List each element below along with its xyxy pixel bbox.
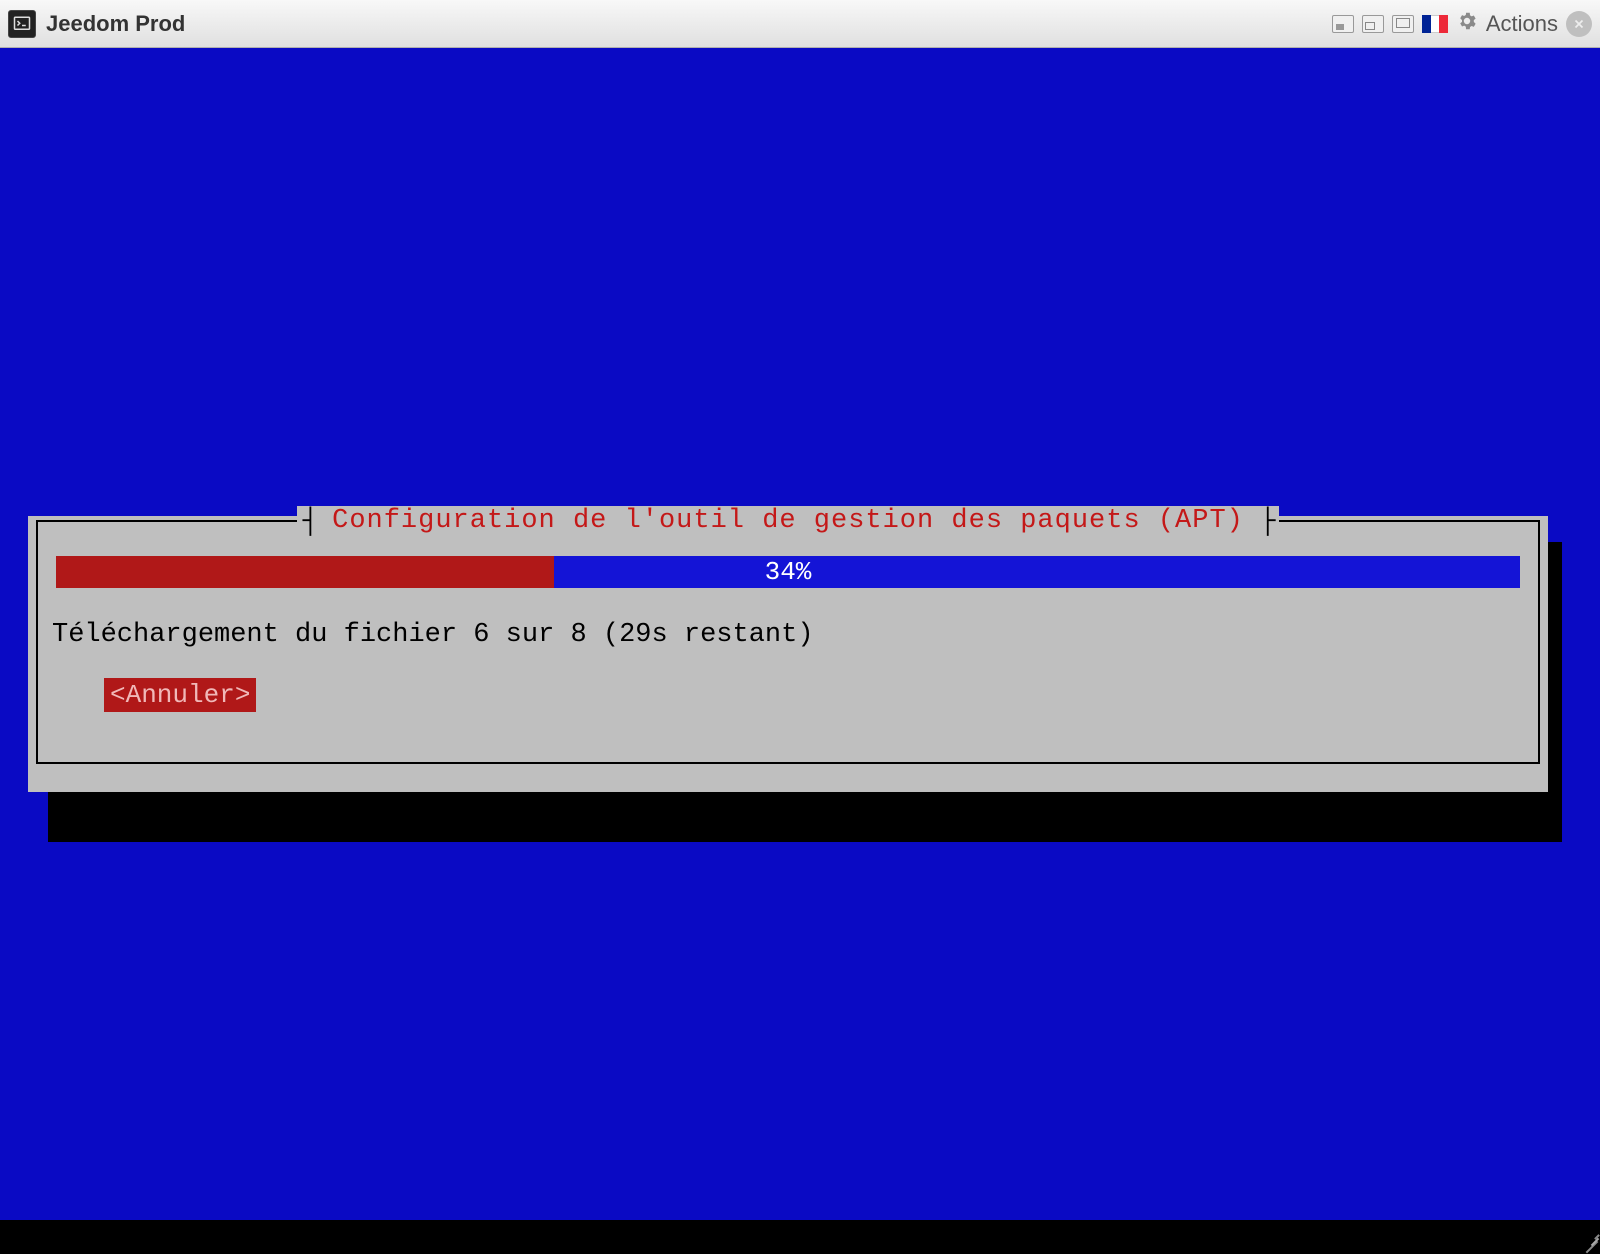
- titlebar-left: Jeedom Prod: [8, 10, 185, 38]
- window-control-small[interactable]: [1332, 15, 1354, 33]
- download-status-text: Téléchargement du fichier 6 sur 8 (29s r…: [52, 620, 1520, 650]
- flag-france-icon[interactable]: [1422, 15, 1448, 33]
- gear-icon[interactable]: [1456, 10, 1478, 37]
- apt-config-dialog: ┤ Configuration de l'outil de gestion de…: [28, 516, 1548, 792]
- dialog-title-wrap: ┤ Configuration de l'outil de gestion de…: [38, 506, 1538, 536]
- dialog-frame: ┤ Configuration de l'outil de gestion de…: [36, 520, 1540, 764]
- progress-bar: 34%: [56, 556, 1520, 588]
- window-titlebar: Jeedom Prod Actions: [0, 0, 1600, 48]
- terminal-icon: [8, 10, 36, 38]
- cancel-button[interactable]: <Annuler>: [104, 678, 256, 712]
- close-button[interactable]: [1566, 11, 1592, 37]
- console-viewport: ┤ Configuration de l'outil de gestion de…: [0, 48, 1600, 1254]
- title-decoration-right: ├: [1254, 506, 1280, 536]
- titlebar-right: Actions: [1332, 10, 1592, 37]
- dialog-title: Configuration de l'outil de gestion des …: [322, 506, 1254, 536]
- resize-grip-icon[interactable]: [1576, 1230, 1598, 1252]
- actions-menu[interactable]: Actions: [1486, 11, 1558, 37]
- title-decoration-left: ┤: [297, 506, 323, 536]
- window-control-medium[interactable]: [1362, 15, 1384, 33]
- window-control-large[interactable]: [1392, 15, 1414, 33]
- progress-percent-label: 34%: [56, 556, 1520, 588]
- bottom-bar: [0, 1220, 1600, 1254]
- window-title: Jeedom Prod: [46, 11, 185, 37]
